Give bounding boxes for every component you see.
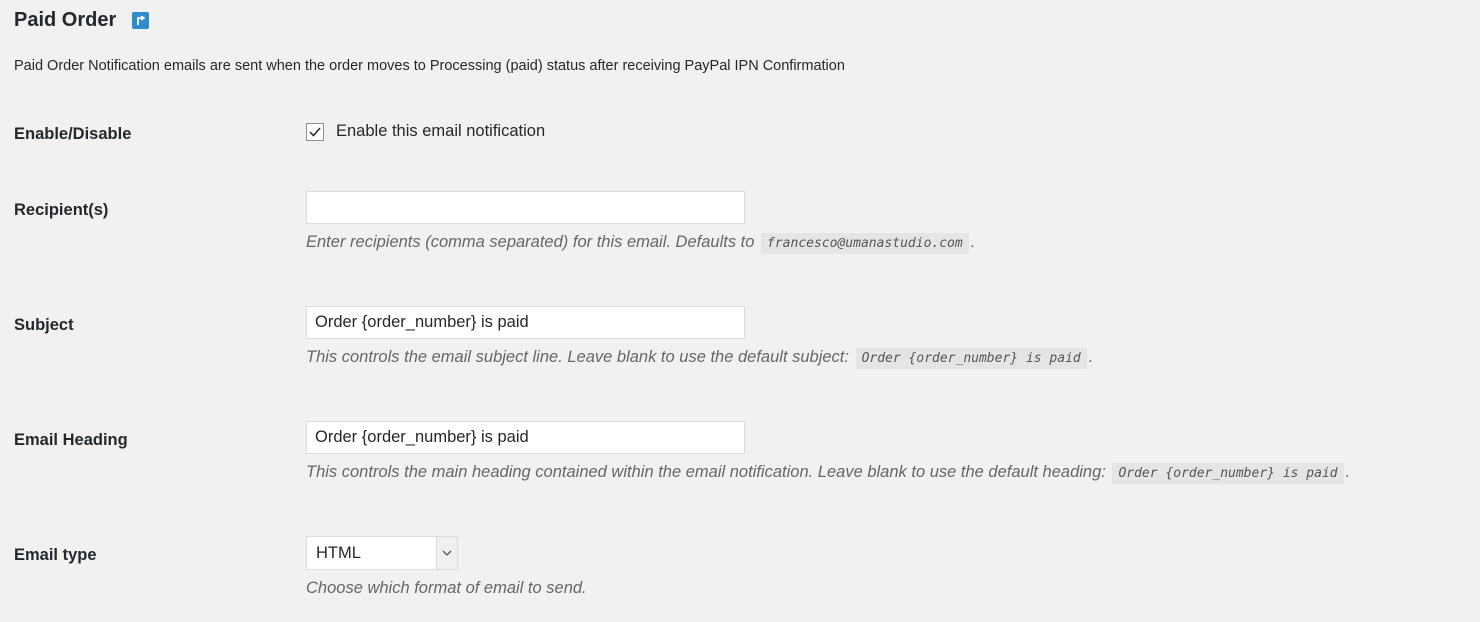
settings-page: Paid Order Paid Order Notification email…	[0, 0, 1480, 622]
subject-desc-text: This controls the email subject line. Le…	[306, 348, 849, 366]
enable-checkbox[interactable]	[306, 123, 324, 141]
recipients-input[interactable]	[306, 191, 745, 224]
recipients-label: Recipient(s)	[14, 201, 109, 219]
intro-text: Paid Order Notification emails are sent …	[14, 58, 845, 74]
enable-checkbox-label[interactable]: Enable this email notification	[336, 122, 545, 141]
back-arrow-icon[interactable]	[132, 12, 150, 29]
heading-desc-text: This controls the main heading contained…	[306, 463, 1106, 481]
heading-description: This controls the main heading contained…	[306, 463, 1351, 484]
check-icon	[309, 127, 321, 137]
heading-default-code: Order {order_number} is paid	[1112, 463, 1344, 484]
email-type-description: Choose which format of email to send.	[306, 579, 587, 597]
subject-description: This controls the email subject line. Le…	[306, 348, 1094, 369]
email-type-select[interactable]: HTML	[306, 536, 458, 570]
enable-label: Enable/Disable	[14, 125, 132, 143]
email-type-value: HTML	[316, 543, 361, 562]
title-row: Paid Order	[14, 9, 150, 32]
heading-desc-suffix: .	[1345, 463, 1351, 481]
recipients-description: Enter recipients (comma separated) for t…	[306, 233, 976, 254]
recipients-default-code: francesco@umanastudio.com	[761, 233, 969, 254]
email-type-label: Email type	[14, 546, 97, 564]
recipients-desc-text: Enter recipients (comma separated) for t…	[306, 233, 755, 251]
recipients-desc-suffix: .	[970, 233, 976, 251]
subject-default-code: Order {order_number} is paid	[855, 348, 1087, 369]
subject-input[interactable]	[306, 306, 745, 339]
heading-input[interactable]	[306, 421, 745, 454]
page-title: Paid Order	[14, 9, 117, 31]
subject-label: Subject	[14, 316, 74, 334]
subject-desc-suffix: .	[1088, 348, 1094, 366]
heading-label: Email Heading	[14, 431, 128, 449]
chevron-down-icon[interactable]	[436, 537, 457, 569]
